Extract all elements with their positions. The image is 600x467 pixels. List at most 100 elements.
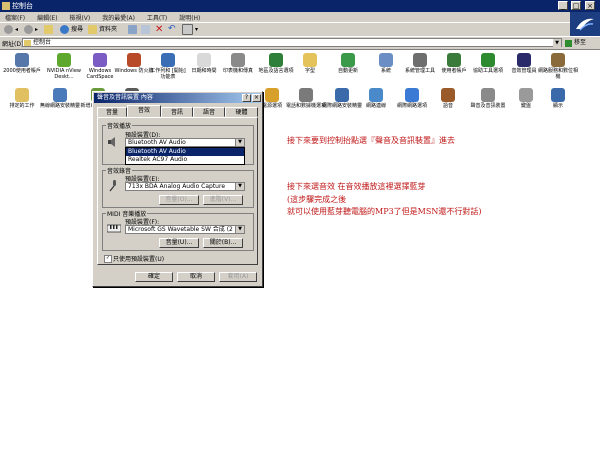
forward-button[interactable]: ▸ <box>24 24 38 35</box>
copy-to-button[interactable] <box>141 24 152 35</box>
undo-button[interactable]: ↶ <box>168 24 176 35</box>
midi-selected-value: Microsoft GS Wavetable SW 合成 (2 <box>128 226 233 233</box>
control-panel-item-label: NVIDIA nView Deskt... <box>46 68 81 80</box>
move-to-button[interactable] <box>128 24 139 35</box>
control-panel-item[interactable]: 網路連線 <box>356 88 396 118</box>
address-input[interactable]: 控制台 <box>22 38 562 47</box>
go-arrow-icon <box>565 39 572 47</box>
control-panel-item[interactable]: 無線網路安裝精靈 <box>40 88 80 118</box>
control-panel-item-icon <box>481 53 495 67</box>
address-dropdown-button[interactable]: ▼ <box>553 39 561 47</box>
control-panel-item-icon <box>405 88 419 102</box>
tab-voice[interactable]: 語音 <box>193 107 225 117</box>
control-panel-item[interactable]: 工作列和 [開始] 功能表 <box>148 53 188 83</box>
views-button[interactable]: ▾ <box>182 24 198 35</box>
menu-bar: 檔案(F) 編輯(E) 檢視(V) 我的最愛(A) 工具(T) 說明(H) <box>0 12 600 22</box>
recording-volume-button[interactable]: 音量(O)... <box>159 195 199 205</box>
control-panel-icon <box>24 40 31 46</box>
control-panel-item-icon <box>265 88 279 102</box>
ok-button[interactable]: 確定 <box>135 272 173 282</box>
address-bar: 網址(D) 控制台 ▼ 移至 <box>0 36 600 50</box>
tab-hardware[interactable]: 硬體 <box>225 107 258 117</box>
chevron-down-icon: ▼ <box>235 226 244 233</box>
playback-device-select[interactable]: Bluetooth AV Audio ▼ <box>125 138 245 147</box>
window-title: 控制台 <box>12 2 33 10</box>
playback-group-title: 音效播放 <box>106 121 133 130</box>
control-panel-item-icon <box>15 88 29 102</box>
search-button[interactable]: 搜尋 <box>60 24 83 35</box>
control-panel-item-icon <box>441 88 455 102</box>
speaker-icon <box>107 136 119 148</box>
control-panel-item-icon <box>551 53 565 67</box>
control-panel-item-label: 自動更新 <box>337 68 358 74</box>
control-panel-item[interactable]: 電話和數據機選項 <box>286 88 326 118</box>
tab-sounds[interactable]: 音效 <box>127 105 161 117</box>
only-default-checkbox[interactable]: ✓ <box>104 255 112 263</box>
folders-button[interactable]: 資料夾 <box>88 24 117 35</box>
tab-volume[interactable]: 音量 <box>97 107 127 117</box>
dropdown-option[interactable]: Bluetooth AV Audio <box>126 148 244 156</box>
audio-tab-panel: 音效播放 預設裝置(D): Bluetooth AV Audio ▼ Bluet… <box>97 117 258 265</box>
control-panel-item[interactable]: 自動更新 <box>328 53 368 83</box>
control-panel-item-label: 工作列和 [開始] 功能表 <box>150 68 186 80</box>
folders-icon <box>88 25 97 34</box>
control-panel-item-icon <box>197 53 211 67</box>
dialog-close-button[interactable]: × <box>252 94 261 102</box>
microphone-icon <box>107 179 119 192</box>
cancel-button[interactable]: 取消 <box>177 272 215 282</box>
dialog-help-button[interactable]: ? <box>242 94 251 102</box>
delete-button[interactable]: ✕ <box>155 24 163 35</box>
forward-arrow-icon <box>24 25 33 34</box>
delete-x-icon: ✕ <box>155 24 164 35</box>
recording-advanced-button[interactable]: 進階(V)... <box>203 195 243 205</box>
search-icon <box>60 25 69 34</box>
minimize-button[interactable]: _ <box>558 1 568 10</box>
control-panel-item-label: 顯示 <box>552 103 563 109</box>
playback-selected-value: Bluetooth AV Audio <box>128 139 186 146</box>
control-panel-item-label: 排定的工作 <box>9 103 35 109</box>
control-panel-item[interactable]: 字型 <box>290 53 330 83</box>
window-titlebar: 控制台 _ □ × <box>0 0 600 12</box>
close-button[interactable]: × <box>585 1 595 10</box>
control-panel-item-icon <box>517 53 531 67</box>
control-panel-item-label: 網路服務和數位相機 <box>538 68 579 80</box>
midi-volume-button[interactable]: 音量(U)... <box>159 238 199 248</box>
annotation-text: (這步驟完成之後 <box>287 195 347 204</box>
chevron-down-icon: ▼ <box>235 139 244 146</box>
control-panel-item[interactable]: 排定的工作 <box>2 88 42 118</box>
apply-button[interactable]: 套用(A) <box>219 272 257 282</box>
control-panel-item-label: 印表機和傳真 <box>222 68 253 74</box>
midi-keyboard-icon <box>106 223 122 235</box>
control-panel-item[interactable]: 網路服務和數位相機 <box>538 53 578 83</box>
maximize-button[interactable]: □ <box>571 1 581 10</box>
midi-device-select[interactable]: Microsoft GS Wavetable SW 合成 (2 ▼ <box>125 225 245 234</box>
back-button[interactable]: ◂ <box>4 24 18 35</box>
control-panel-item[interactable]: 網際網路選項 <box>392 88 432 118</box>
control-panel-item[interactable]: 語音 <box>428 88 468 118</box>
dropdown-option[interactable]: Realtek AC97 Audio <box>126 156 244 164</box>
folder-icon <box>2 2 10 10</box>
control-panel-item-icon <box>341 53 355 67</box>
recording-device-select[interactable]: 713x BDA Analog Audio Capture ▼ <box>125 182 245 191</box>
midi-about-button[interactable]: 關於(B)... <box>203 238 243 248</box>
recording-selected-value: 713x BDA Analog Audio Capture <box>128 183 226 190</box>
control-panel-item-label: 協助工具選項 <box>472 68 503 74</box>
windows-logo-icon <box>570 12 600 36</box>
midi-group: MIDI 音樂播放 預設裝置(F): Microsoft GS Wavetabl… <box>102 209 254 251</box>
control-panel-item-icon <box>303 53 317 67</box>
tab-audio[interactable]: 音訊 <box>161 107 193 117</box>
up-folder-button[interactable] <box>44 24 55 35</box>
control-panel-item[interactable]: 聲音及音訊裝置 <box>468 88 508 118</box>
control-panel-item[interactable]: 顯示 <box>538 88 578 118</box>
control-panel-item-label: 字型 <box>304 68 315 74</box>
views-grid-icon <box>182 24 193 35</box>
control-panel-item-label: 網路連線 <box>365 103 386 109</box>
control-panel-item[interactable]: 2000使用者帳戶 <box>2 53 42 83</box>
go-button[interactable]: 移至 <box>565 38 597 48</box>
control-panel-item-icon <box>161 53 175 67</box>
control-panel-item-icon <box>127 53 141 67</box>
control-panel-item[interactable]: NVIDIA nView Deskt... <box>44 53 84 83</box>
control-panel-item[interactable]: 印表機和傳真 <box>218 53 258 83</box>
folders-label: 資料夾 <box>99 26 118 33</box>
control-panel-item[interactable]: 協助工具選項 <box>468 53 508 83</box>
